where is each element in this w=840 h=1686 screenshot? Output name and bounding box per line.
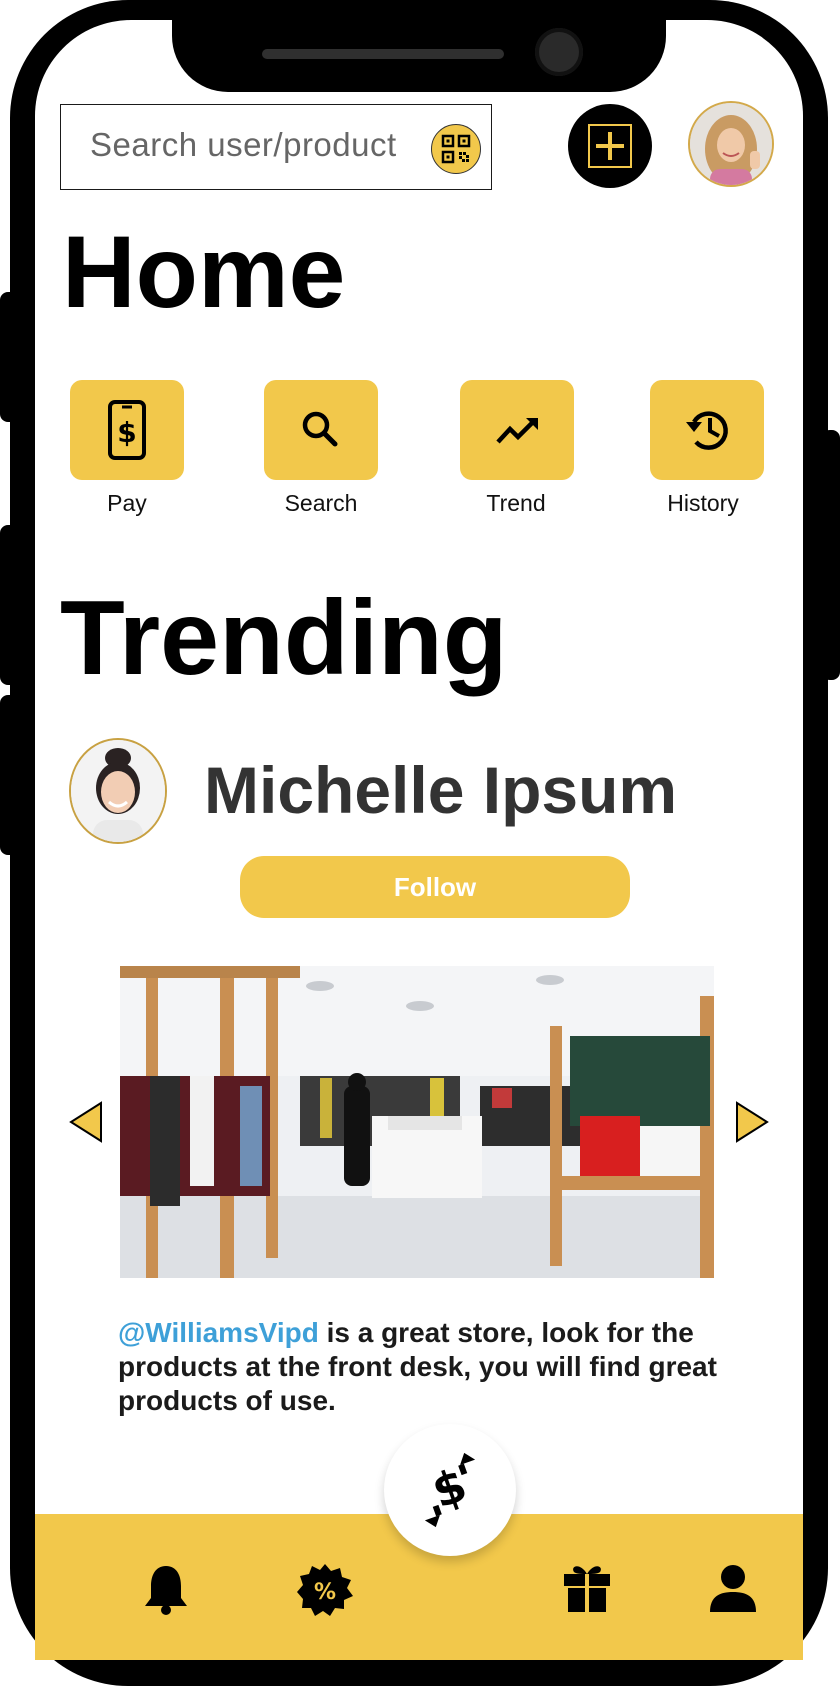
add-button[interactable]: [568, 104, 652, 188]
triangle-right-icon: [736, 1101, 769, 1143]
nav-notifications[interactable]: [142, 1562, 190, 1621]
user-avatar[interactable]: [688, 101, 774, 187]
side-button: [0, 695, 18, 855]
tile-label-pay: Pay: [107, 490, 147, 516]
post-mention-link[interactable]: @WilliamsVipd: [118, 1317, 319, 1348]
search-placeholder: Search user/product: [90, 126, 397, 163]
front-camera: [535, 28, 583, 76]
plus-icon: [588, 124, 632, 168]
svg-text:%: %: [314, 1580, 336, 1605]
volume-up-button: [0, 292, 18, 422]
section-title-trending: Trending: [60, 579, 508, 697]
carousel-prev-arrow[interactable]: [68, 1100, 104, 1149]
profile-icon: [710, 1565, 756, 1612]
tile-label-history: History: [667, 490, 739, 516]
money-exchange-icon: $: [424, 1452, 476, 1528]
qr-code-icon[interactable]: [431, 124, 481, 174]
trend-tile[interactable]: [460, 380, 574, 480]
history-icon: [686, 411, 728, 450]
follow-button[interactable]: Follow: [240, 856, 630, 918]
pay-tile[interactable]: $: [70, 380, 184, 480]
pay-phone-dollar-icon: $: [108, 400, 146, 460]
volume-down-button: [0, 525, 18, 685]
money-exchange-button[interactable]: $: [384, 1424, 516, 1556]
bell-icon: [145, 1566, 187, 1615]
nav-discounts[interactable]: %: [297, 1562, 353, 1623]
notch: [172, 0, 666, 92]
post-caption: @WilliamsVipd is a great store, look for…: [118, 1316, 718, 1418]
power-button: [822, 430, 840, 680]
triangle-left-icon: [69, 1101, 102, 1143]
trending-user-name[interactable]: Michelle Ipsum: [204, 752, 677, 828]
nav-profile[interactable]: [708, 1562, 758, 1619]
tile-label-trend: Trend: [486, 490, 546, 516]
nav-gifts[interactable]: [562, 1560, 612, 1619]
trend-icon: [496, 418, 538, 444]
search-tile[interactable]: [264, 380, 378, 480]
gift-icon: [564, 1566, 610, 1612]
svg-text:$: $: [425, 1457, 474, 1519]
discount-badge-icon: %: [297, 1564, 353, 1616]
speaker: [262, 49, 504, 59]
history-tile[interactable]: [650, 380, 764, 480]
svg-text:$: $: [117, 416, 136, 449]
search-icon: [302, 411, 338, 447]
tile-label-search: Search: [284, 490, 358, 516]
page-title: Home: [62, 215, 346, 329]
carousel-next-arrow[interactable]: [734, 1100, 770, 1149]
trending-user-avatar[interactable]: [69, 738, 167, 844]
store-photo: [120, 966, 714, 1278]
